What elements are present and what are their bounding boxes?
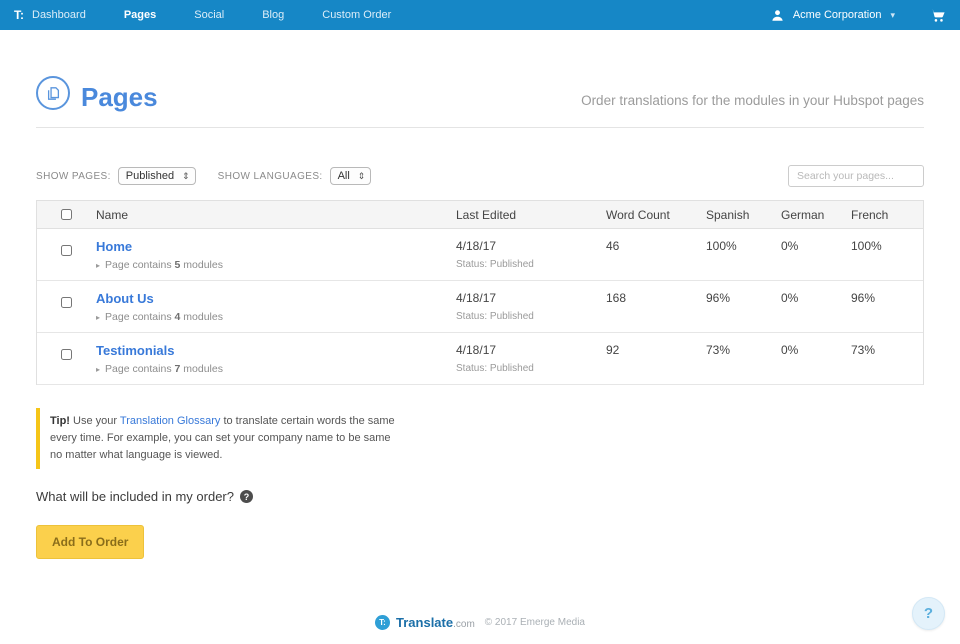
pages-icon: [36, 76, 70, 110]
last-edited-date: 4/18/17: [456, 343, 606, 357]
last-edited-date: 4/18/17: [456, 291, 606, 305]
cart-button[interactable]: [929, 7, 946, 24]
top-navbar: T: Dashboard Pages Social Blog Custom Or…: [0, 0, 960, 30]
footer-logo-icon: T:: [375, 615, 390, 630]
row-checkbox[interactable]: [61, 349, 72, 360]
main-content: Pages Order translations for the modules…: [36, 76, 924, 559]
spanish-percent: 96%: [706, 281, 781, 305]
col-header-word-count: Word Count: [606, 208, 706, 222]
spanish-percent: 100%: [706, 229, 781, 253]
expand-arrow-icon: ▸: [96, 261, 100, 270]
user-avatar-icon: [769, 7, 786, 24]
pages-table: Name Last Edited Word Count Spanish Germ…: [36, 200, 924, 385]
col-header-spanish: Spanish: [706, 208, 781, 222]
col-header-name: Name: [96, 208, 456, 222]
account-name: Acme Corporation: [793, 9, 882, 21]
french-percent: 100%: [851, 229, 923, 253]
help-question-icon[interactable]: ?: [240, 490, 253, 503]
page-subtitle: Order translations for the modules in yo…: [581, 93, 924, 110]
french-percent: 73%: [851, 333, 923, 357]
row-checkbox[interactable]: [61, 245, 72, 256]
table-row: Testimonials ▸Page contains 7 modules 4/…: [37, 333, 923, 385]
help-fab-button[interactable]: ?: [912, 597, 945, 630]
spanish-percent: 73%: [706, 333, 781, 357]
status-text: Status: Published: [456, 311, 606, 322]
modules-summary[interactable]: ▸Page contains 4 modules: [96, 311, 456, 323]
modules-summary[interactable]: ▸Page contains 7 modules: [96, 363, 456, 375]
german-percent: 0%: [781, 333, 851, 357]
nav-item-social[interactable]: Social: [175, 0, 243, 30]
german-percent: 0%: [781, 229, 851, 253]
expand-arrow-icon: ▸: [96, 313, 100, 322]
table-row: About Us ▸Page contains 4 modules 4/18/1…: [37, 281, 923, 333]
header-divider: [36, 127, 924, 128]
add-to-order-button[interactable]: Add To Order: [36, 525, 144, 559]
select-arrows-icon: ⇕: [358, 172, 366, 181]
nav-item-custom-order[interactable]: Custom Order: [303, 0, 410, 30]
word-count-value: 168: [606, 281, 706, 305]
page-header: Pages Order translations for the modules…: [36, 76, 924, 110]
expand-arrow-icon: ▸: [96, 365, 100, 374]
show-languages-label: SHOW LANGUAGES:: [218, 171, 323, 182]
page-name-link[interactable]: Home: [96, 239, 132, 254]
status-text: Status: Published: [456, 259, 606, 270]
row-checkbox[interactable]: [61, 297, 72, 308]
page-name-link[interactable]: Testimonials: [96, 343, 175, 358]
german-percent: 0%: [781, 281, 851, 305]
translation-glossary-link[interactable]: Translation Glossary: [120, 415, 220, 427]
modules-summary[interactable]: ▸Page contains 5 modules: [96, 259, 456, 271]
nav-item-blog[interactable]: Blog: [243, 0, 303, 30]
order-question: What will be included in my order? ?: [36, 489, 924, 504]
status-text: Status: Published: [456, 363, 606, 374]
brand-logo[interactable]: T:: [14, 8, 24, 22]
word-count-value: 92: [606, 333, 706, 357]
order-question-text: What will be included in my order?: [36, 489, 234, 504]
footer: T: Translate.com © 2017 Emerge Media: [0, 615, 960, 630]
show-pages-label: SHOW PAGES:: [36, 171, 111, 182]
nav-item-dashboard[interactable]: Dashboard: [32, 0, 105, 30]
tip-label: Tip!: [50, 415, 70, 427]
tip-box: Tip! Use your Translation Glossary to tr…: [36, 408, 395, 469]
show-pages-value: Published: [126, 170, 174, 182]
show-languages-select[interactable]: All ⇕: [330, 167, 372, 185]
last-edited-date: 4/18/17: [456, 239, 606, 253]
footer-copyright: © 2017 Emerge Media: [485, 617, 585, 628]
table-row: Home ▸Page contains 5 modules 4/18/17 St…: [37, 229, 923, 281]
show-languages-value: All: [338, 170, 350, 182]
table-header-row: Name Last Edited Word Count Spanish Germ…: [37, 201, 923, 229]
show-pages-select[interactable]: Published ⇕: [118, 167, 196, 185]
filters-bar: SHOW PAGES: Published ⇕ SHOW LANGUAGES: …: [36, 165, 924, 187]
page-name-link[interactable]: About Us: [96, 291, 154, 306]
word-count-value: 46: [606, 229, 706, 253]
select-all-checkbox[interactable]: [61, 209, 72, 220]
col-header-french: French: [851, 208, 923, 222]
page-title: Pages: [81, 84, 158, 110]
chevron-down-icon: ▾: [890, 10, 895, 21]
cart-icon: [929, 7, 946, 24]
french-percent: 96%: [851, 281, 923, 305]
search-input[interactable]: [788, 165, 924, 187]
col-header-german: German: [781, 208, 851, 222]
account-menu[interactable]: Acme Corporation ▾: [769, 7, 895, 24]
footer-brand-link[interactable]: Translate.com: [396, 615, 475, 630]
col-header-last-edited: Last Edited: [456, 208, 606, 222]
nav-item-pages[interactable]: Pages: [105, 0, 175, 30]
nav-items: Dashboard Pages Social Blog Custom Order: [32, 0, 410, 30]
select-arrows-icon: ⇕: [182, 172, 190, 181]
tip-text-before: Use your: [73, 415, 117, 427]
